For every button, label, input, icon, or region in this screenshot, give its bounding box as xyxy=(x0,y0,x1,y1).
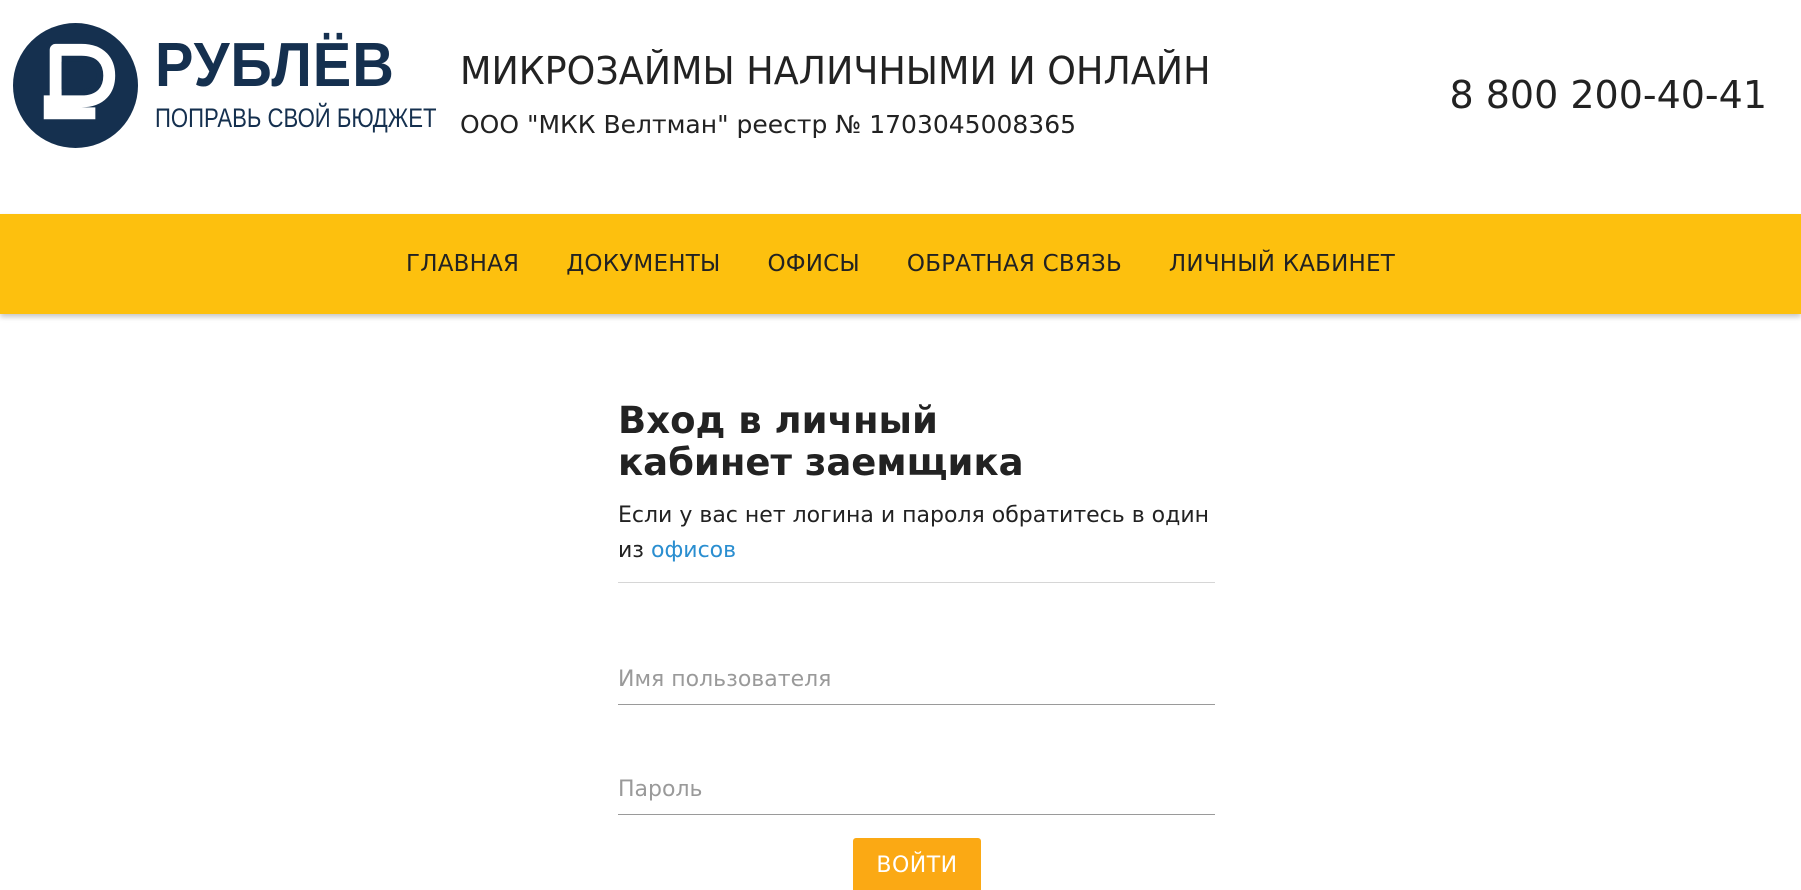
username-input[interactable] xyxy=(618,655,1215,705)
phone-number-link[interactable]: 8 800 200-40-41 xyxy=(1449,71,1767,119)
login-form: Вход в личный кабинет заемщика Если у ва… xyxy=(618,399,1215,890)
login-divider xyxy=(618,582,1215,583)
nav-item-personal-account[interactable]: ЛИЧНЫЙ КАБИНЕТ xyxy=(1169,249,1395,279)
nav-item-documents[interactable]: ДОКУМЕНТЫ xyxy=(566,249,720,279)
offices-link[interactable]: офисов xyxy=(651,538,736,563)
login-submit-button[interactable]: ВОЙТИ xyxy=(853,838,981,890)
login-note: Если у вас нет логина и пароля обратитес… xyxy=(618,498,1215,568)
login-title: Вход в личный кабинет заемщика xyxy=(618,399,1024,484)
nav-item-home[interactable]: ГЛАВНАЯ xyxy=(406,249,519,279)
main-navigation: ГЛАВНАЯ ДОКУМЕНТЫ ОФИСЫ ОБРАТНАЯ СВЯЗЬ Л… xyxy=(0,214,1801,314)
logo-brand-name: РУБЛЁВ xyxy=(155,31,395,100)
company-registry: ООО "МКК Велтман" реестр № 1703045008365 xyxy=(460,110,1077,139)
site-headline: МИКРОЗАЙМЫ НАЛИЧНЫМИ И ОНЛАЙН xyxy=(460,49,1211,93)
ruble-logo-icon xyxy=(12,22,139,149)
nav-item-offices[interactable]: ОФИСЫ xyxy=(767,249,859,279)
logo-wordmark: РУБЛЁВ ПОПРАВЬ СВОЙ БЮДЖЕТ xyxy=(155,31,437,134)
nav-item-feedback[interactable]: ОБРАТНАЯ СВЯЗЬ xyxy=(907,249,1122,279)
password-input[interactable] xyxy=(618,765,1215,815)
site-logo[interactable]: РУБЛЁВ ПОПРАВЬ СВОЙ БЮДЖЕТ xyxy=(12,22,437,149)
logo-slogan: ПОПРАВЬ СВОЙ БЮДЖЕТ xyxy=(155,103,437,133)
site-header: РУБЛЁВ ПОПРАВЬ СВОЙ БЮДЖЕТ МИКРОЗАЙМЫ НА… xyxy=(0,0,1801,214)
